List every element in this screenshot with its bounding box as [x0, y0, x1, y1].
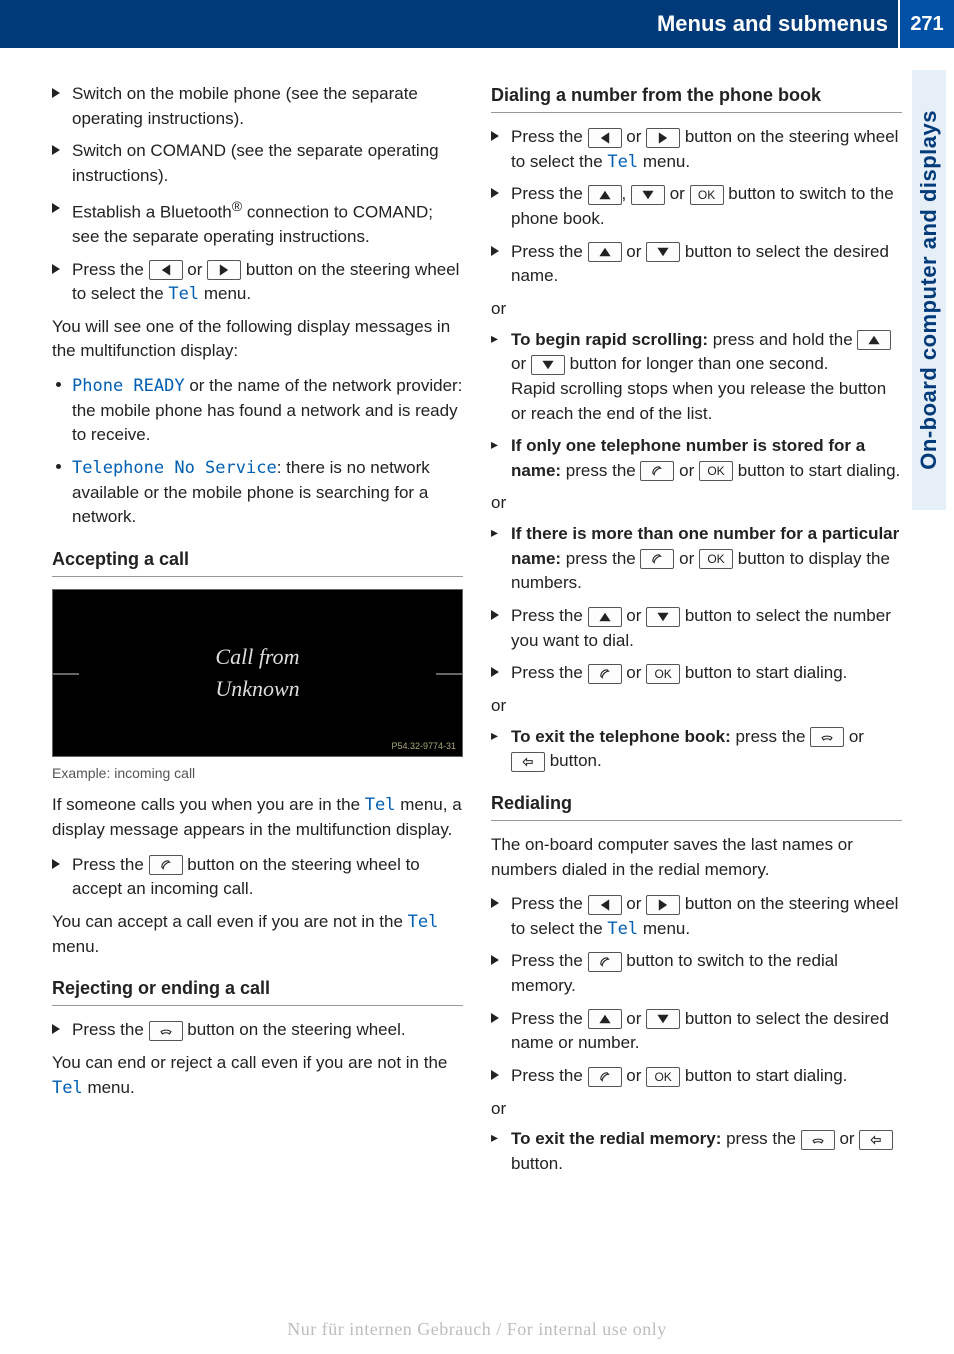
- or-label: or: [491, 491, 902, 516]
- bullet: Press the or button on the steering whee…: [52, 258, 463, 307]
- side-tab: On-board computer and displays: [912, 70, 946, 510]
- para: The on-board computer saves the last nam…: [491, 833, 902, 882]
- sub-heading: Rejecting or ending a call: [52, 975, 463, 1006]
- display-line: Call from: [215, 641, 299, 673]
- bullet: If only one telephone number is stored f…: [491, 434, 902, 483]
- display-image: Call from Unknown P54.32-9774-31: [52, 589, 463, 757]
- bullet: To begin rapid scrolling: press and hold…: [491, 328, 902, 427]
- header-bar: Menus and submenus 271: [0, 0, 954, 48]
- left-arrow-key: [588, 895, 622, 915]
- bullet: Press the or button to select the desire…: [491, 240, 902, 289]
- phone-accept-key: [149, 855, 183, 875]
- right-arrow-key: [646, 128, 680, 148]
- bullet: Press the button on the steering wheel t…: [52, 853, 463, 902]
- bullet: Establish a Bluetooth® connection to COM…: [52, 197, 463, 250]
- bullet: Press the button to switch to the redial…: [491, 949, 902, 998]
- bullet: Press the or button to select the desire…: [491, 1007, 902, 1056]
- side-tab-label: On-board computer and displays: [916, 110, 942, 470]
- phone-accept-key: [640, 461, 674, 481]
- bullet: Press the button on the steering wheel.: [52, 1018, 463, 1043]
- right-arrow-key: [207, 260, 241, 280]
- or-label: or: [491, 694, 902, 719]
- bullet: Press the or OK button to start dialing.: [491, 661, 902, 686]
- phone-accept-key: [640, 549, 674, 569]
- left-column: Switch on the mobile phone (see the sepa…: [52, 82, 463, 1185]
- back-key: [859, 1130, 893, 1150]
- left-arrow-key: [149, 260, 183, 280]
- back-key: [511, 752, 545, 772]
- phone-end-key: [810, 727, 844, 747]
- down-arrow-key: [646, 607, 680, 627]
- bullet: Press the or button to select the number…: [491, 604, 902, 653]
- para: You can end or reject a call even if you…: [52, 1051, 463, 1100]
- left-arrow-key: [588, 128, 622, 148]
- phone-end-key: [801, 1130, 835, 1150]
- para: You can accept a call even if you are no…: [52, 910, 463, 959]
- footer-watermark: Nur für internen Gebrauch / For internal…: [0, 1319, 954, 1340]
- up-arrow-key: [857, 330, 891, 350]
- up-arrow-key: [588, 1009, 622, 1029]
- up-arrow-key: [588, 242, 622, 262]
- phone-accept-key: [588, 952, 622, 972]
- up-arrow-key: [588, 607, 622, 627]
- down-arrow-key: [646, 242, 680, 262]
- sub-heading: Dialing a number from the phone book: [491, 82, 902, 113]
- bullet: Telephone No Service: there is no networ…: [52, 456, 463, 530]
- bullet: If there is more than one number for a p…: [491, 522, 902, 596]
- phone-accept-key: [588, 1067, 622, 1087]
- phone-end-key: [149, 1021, 183, 1041]
- bullet: To exit the telephone book: press the or…: [491, 725, 902, 774]
- para: You will see one of the following displa…: [52, 315, 463, 364]
- bullet: Phone READY or the name of the network p…: [52, 374, 463, 448]
- right-column: Dialing a number from the phone book Pre…: [491, 82, 902, 1185]
- up-arrow-key: [588, 185, 622, 205]
- ok-key: OK: [646, 664, 680, 684]
- or-label: or: [491, 1097, 902, 1122]
- ok-key: OK: [646, 1067, 680, 1087]
- bullet: Switch on the mobile phone (see the sepa…: [52, 82, 463, 131]
- bullet: Switch on COMAND (see the separate opera…: [52, 139, 463, 188]
- or-label: or: [491, 297, 902, 322]
- display-line: Unknown: [215, 673, 299, 705]
- sub-heading: Redialing: [491, 790, 902, 821]
- down-arrow-key: [631, 185, 665, 205]
- caption: Example: incoming call: [52, 763, 463, 783]
- phone-accept-key: [588, 664, 622, 684]
- header-title: Menus and submenus: [657, 11, 898, 37]
- page-number: 271: [898, 0, 954, 48]
- ok-key: OK: [699, 549, 733, 569]
- bullet: Press the or button on the steering whee…: [491, 892, 902, 941]
- bullet: To exit the redial memory: press the or …: [491, 1127, 902, 1176]
- para: If someone calls you when you are in the…: [52, 793, 463, 842]
- ok-key: OK: [690, 185, 724, 205]
- bullet: Press the or OK button to start dialing.: [491, 1064, 902, 1089]
- sub-heading: Accepting a call: [52, 546, 463, 577]
- down-arrow-key: [531, 355, 565, 375]
- tel-text: Tel: [168, 284, 199, 304]
- bullet: Press the , or OK button to switch to th…: [491, 182, 902, 231]
- ok-key: OK: [699, 461, 733, 481]
- bullet: Press the or button on the steering whee…: [491, 125, 902, 174]
- right-arrow-key: [646, 895, 680, 915]
- down-arrow-key: [646, 1009, 680, 1029]
